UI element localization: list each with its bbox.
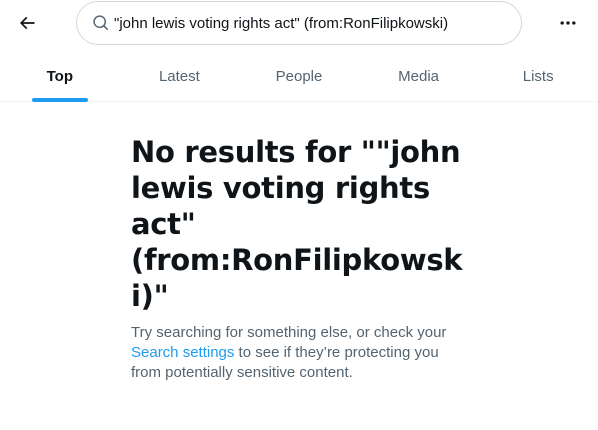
tab-people-label: People [275, 68, 323, 85]
tab-top[interactable]: Top [0, 52, 120, 102]
tab-media[interactable]: Media [359, 52, 479, 101]
empty-state: No results for ""john lewis voting right… [131, 134, 471, 383]
back-button[interactable] [10, 6, 44, 40]
tab-latest-label: Latest [158, 68, 200, 85]
tab-latest[interactable]: Latest [120, 52, 240, 101]
tab-media-label: Media [398, 68, 439, 85]
top-bar [0, 0, 598, 48]
empty-state-title: No results for ""john lewis voting right… [131, 135, 463, 313]
search-box[interactable] [76, 1, 522, 45]
tab-top-label: Top [46, 68, 73, 85]
tab-people[interactable]: People [239, 52, 359, 101]
active-tab-indicator [31, 98, 88, 102]
more-options-button[interactable] [550, 6, 586, 40]
search-input[interactable] [114, 8, 514, 38]
tab-lists[interactable]: Lists [478, 52, 598, 101]
search-tabs: Top Latest People Media Lists [0, 52, 598, 102]
search-icon [92, 14, 110, 32]
arrow-left-icon [19, 16, 35, 30]
more-horizontal-icon [560, 21, 576, 25]
empty-state-body-text: Try searching for something else, or che… [131, 324, 447, 341]
empty-state-body: Try searching for something else, or che… [131, 323, 471, 383]
search-settings-link[interactable]: Search settings [131, 344, 234, 361]
tab-lists-label: Lists [522, 68, 554, 85]
